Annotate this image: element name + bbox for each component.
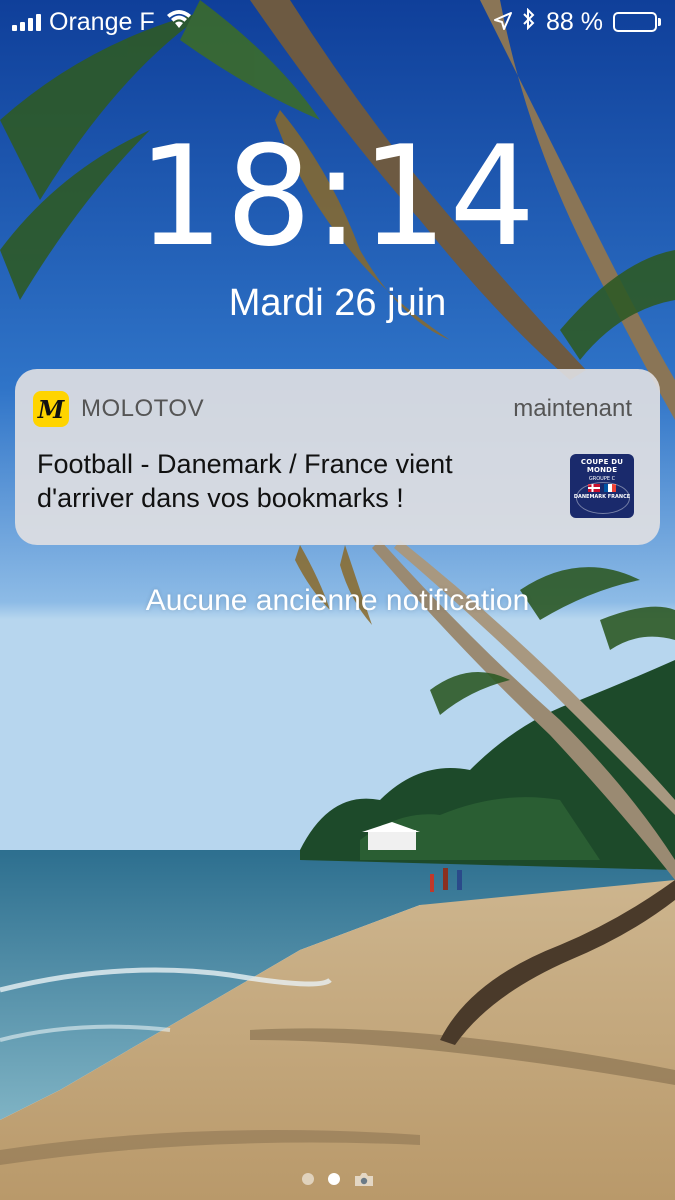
thumbnail-title: COUPE DU MONDE [580, 458, 624, 474]
battery-icon [613, 12, 661, 32]
battery-percent: 88 % [546, 7, 603, 36]
lock-screen-time: 18:14 [137, 116, 538, 277]
notification-message: Football - Danemark / France vient d'arr… [37, 449, 453, 513]
page-indicator[interactable] [0, 1172, 675, 1186]
no-older-notifications-label: Aucune ancienne notification [145, 584, 530, 617]
lock-screen-date: Mardi 26 juin [228, 282, 447, 324]
wifi-icon [165, 8, 193, 37]
notification-thumbnail: COUPE DU MONDE GROUPE C DANEMARK FRANCE [570, 454, 634, 518]
notification-card[interactable]: M MOLOTOV maintenant Football - Danemark… [15, 369, 660, 545]
notification-time: maintenant [513, 395, 632, 422]
bluetooth-icon [522, 7, 536, 37]
notification-header: M MOLOTOV maintenant [33, 391, 632, 427]
page-dot[interactable] [301, 1173, 314, 1185]
location-arrow-icon [494, 8, 513, 37]
molotov-app-icon: M [33, 391, 69, 427]
notification-app-name: MOLOTOV [81, 395, 205, 422]
signal-icon [12, 13, 41, 31]
page-dot-active[interactable] [327, 1173, 340, 1185]
carrier-name: Orange F [49, 7, 155, 36]
camera-icon[interactable] [354, 1172, 374, 1186]
status-bar: Orange F 88 % [0, 0, 675, 44]
